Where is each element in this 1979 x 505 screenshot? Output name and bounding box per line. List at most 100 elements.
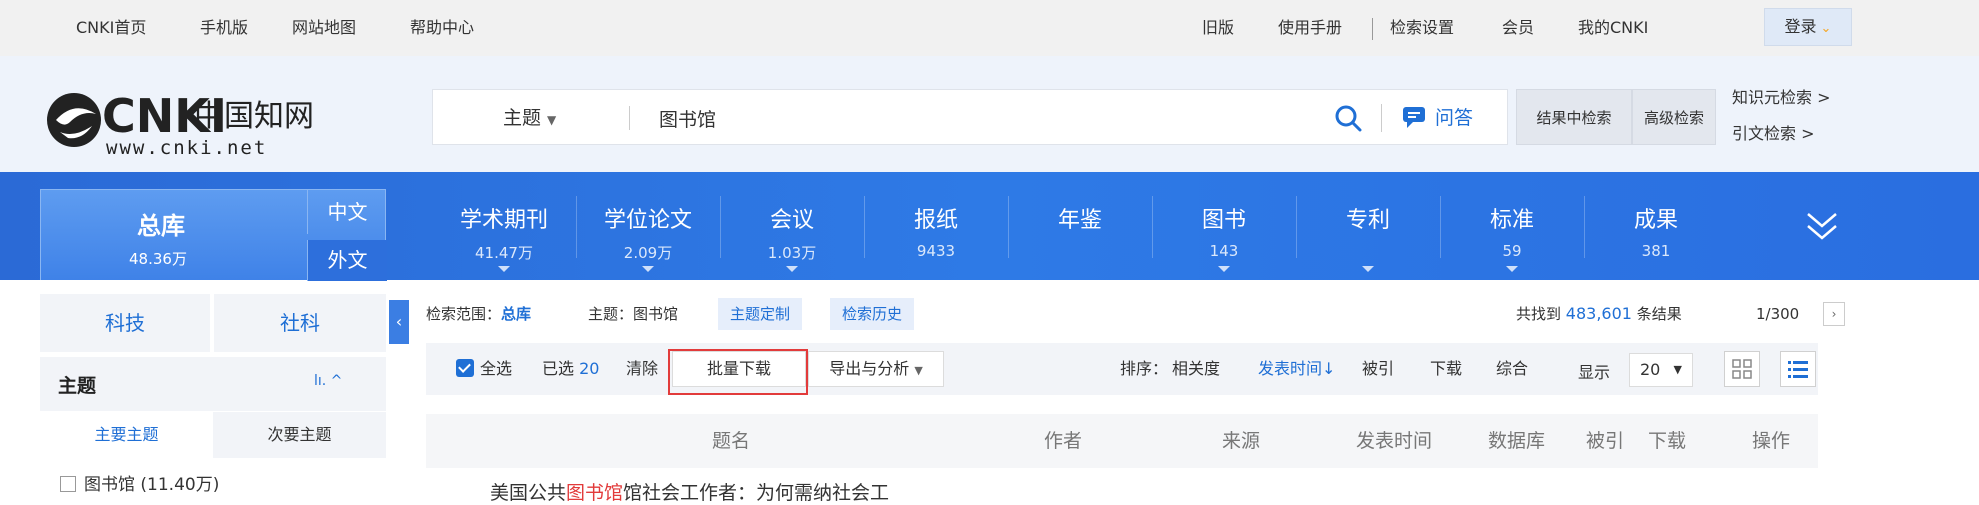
sort-prefix: 排序： (1120, 359, 1169, 378)
qa-button[interactable]: 问答 (1401, 90, 1473, 146)
nav-item-newspapers[interactable]: 报纸 9433 (864, 172, 1008, 280)
link-user-manual[interactable]: 使用手册 (1278, 0, 1342, 56)
page-size-select[interactable]: 20 ▼ (1629, 353, 1693, 387)
citation-search-link[interactable]: 引文检索 > (1732, 120, 1815, 144)
col-date[interactable]: 发表时间 (1356, 414, 1432, 468)
col-actions: 操作 (1752, 430, 1791, 452)
found-suffix: 条结果 (1636, 305, 1682, 323)
tab-social-science[interactable]: 社科 (214, 294, 386, 352)
chat-icon (1403, 107, 1425, 128)
chart-toggle-icon[interactable]: lı. ^ (314, 373, 342, 389)
grid-view-button[interactable] (1724, 351, 1760, 387)
top-bar: CNKI首页 手机版 网站地图 帮助中心 旧版 使用手册 检索设置 会员 我的C… (0, 0, 1979, 56)
collapse-panel-button[interactable]: ‹ (389, 300, 409, 344)
nav-count: 2.09万 (623, 244, 673, 262)
select-all-checkbox[interactable]: 全选 (456, 343, 512, 395)
facet-section-header[interactable]: 主题 lı. ^ (40, 357, 386, 411)
nav-label: 成果 (1633, 208, 1678, 233)
title-highlight: 图书馆 (566, 482, 624, 504)
next-page-button[interactable]: › (1823, 302, 1845, 326)
topic-custom-button[interactable]: 主题定制 (718, 298, 803, 330)
highlight-annotation (668, 349, 808, 395)
nav-label: 标准 (1489, 208, 1534, 233)
caret-down-icon (498, 266, 510, 272)
sort-download[interactable]: 下载 (1430, 343, 1462, 395)
nav-label: 学术期刊 (459, 208, 548, 233)
sort-cited[interactable]: 被引 (1362, 343, 1394, 395)
link-mobile[interactable]: 手机版 (200, 0, 248, 56)
login-button[interactable]: 登录 ⌄ (1764, 8, 1852, 46)
lang-chinese-tab[interactable]: 中文 (307, 190, 387, 234)
nav-label: 学位论文 (603, 208, 692, 233)
nav-item-books[interactable]: 图书 143 (1152, 172, 1296, 280)
checkbox[interactable] (60, 476, 76, 492)
search-history-button[interactable]: 检索历史 (830, 298, 915, 330)
lang-foreign-tab[interactable]: 外文 (307, 240, 387, 281)
page-size-value: 20 (1640, 360, 1661, 379)
facet-section-title: 主题 (58, 375, 97, 397)
caret-down-icon (642, 266, 654, 272)
nav-item-dissertations[interactable]: 学位论文 2.09万 (576, 172, 720, 280)
facet-label: 图书馆 (11.40万) (84, 475, 220, 495)
col-title: 题名 (712, 430, 751, 452)
search-scope: 检索范围：总库 (426, 298, 531, 330)
chevron-down-icon: ⌄ (1820, 21, 1832, 36)
cnki-logo[interactable]: CNKI 中国知网 www.cnki.net (44, 80, 314, 160)
login-label: 登录 (1784, 17, 1817, 36)
search-icon[interactable] (1333, 103, 1363, 133)
link-cnki-home[interactable]: CNKI首页 (76, 0, 146, 56)
col-downloads[interactable]: 下载 (1648, 414, 1686, 468)
col-database: 数据库 (1488, 430, 1546, 452)
page-info: 1/300 (1756, 305, 1800, 323)
caret-down-icon: ▼ (914, 364, 923, 377)
facet-item[interactable]: 图书馆 (11.40万) (60, 470, 219, 495)
link-sitemap[interactable]: 网站地图 (292, 0, 356, 56)
grid-icon (1732, 359, 1752, 379)
list-view-button[interactable] (1780, 351, 1816, 387)
result-count: 共找到 483,601 条结果 (1516, 298, 1682, 330)
col-cited[interactable]: 被引 (1586, 414, 1624, 468)
subtab-main-topic[interactable]: 主要主题 (40, 412, 213, 458)
sort-relevance[interactable]: 相关度 (1172, 343, 1220, 395)
total-database-tab[interactable]: 总库 48.36万 中文 外文 (40, 189, 387, 281)
link-search-settings[interactable]: 检索设置 (1390, 0, 1454, 56)
selected-number: 20 (579, 359, 600, 378)
caret-down-icon (1218, 266, 1230, 272)
tab-tech[interactable]: 科技 (40, 294, 210, 352)
nav-count: 9433 (916, 242, 956, 260)
nav-item-conferences[interactable]: 会议 1.03万 (720, 172, 864, 280)
knowledge-search-link[interactable]: 知识元检索 > (1732, 84, 1831, 108)
nav-item-patents[interactable]: 专利 (1296, 172, 1440, 280)
nav-item-standards[interactable]: 标准 59 (1440, 172, 1584, 280)
arrow-down-icon: ↓ (1322, 359, 1336, 378)
search-field-select[interactable]: 主题 ▼ (503, 90, 556, 146)
advanced-search-button[interactable]: 高级检索 (1632, 89, 1716, 145)
nav-label: 会议 (769, 208, 814, 233)
found-prefix: 共找到 (1516, 305, 1562, 323)
scope-value[interactable]: 总库 (501, 305, 531, 323)
nav-item-journals[interactable]: 学术期刊 41.47万 (432, 172, 576, 280)
link-membership[interactable]: 会员 (1502, 0, 1534, 56)
link-help-center[interactable]: 帮助中心 (410, 0, 474, 56)
export-analysis-button[interactable]: 导出与分析 ▼ (808, 351, 944, 387)
nav-label: 专利 (1345, 208, 1390, 233)
nav-count: 41.47万 (475, 244, 533, 262)
clear-selection-button[interactable]: 清除 (626, 343, 658, 395)
search-in-results-button[interactable]: 结果中检索 (1516, 89, 1632, 145)
total-label: 总库 (137, 212, 185, 240)
results-toolbar: 全选 已选 20 清除 批量下载 导出与分析 ▼ 排序： 相关度 发表时间↓ 被… (426, 343, 1818, 395)
search-input[interactable] (659, 98, 1219, 138)
nav-item-achievements[interactable]: 成果 381 (1584, 172, 1728, 280)
nav-item-yearbooks[interactable]: 年鉴 (1008, 172, 1152, 280)
expand-nav-icon[interactable] (1802, 208, 1842, 244)
link-my-cnki[interactable]: 我的CNKI (1578, 0, 1648, 56)
search-box: 主题 ▼ 问答 (432, 89, 1508, 145)
sort-publish-date[interactable]: 发表时间↓ (1258, 343, 1335, 395)
logo-url-text: www.cnki.net (106, 137, 267, 159)
sort-combined[interactable]: 综合 (1496, 343, 1528, 395)
caret-down-icon: ▼ (1673, 363, 1682, 376)
logo-cn-text: 中国知网 (194, 99, 314, 134)
sort-date-label: 发表时间 (1258, 359, 1323, 378)
link-old-version[interactable]: 旧版 (1202, 0, 1234, 56)
subtab-secondary-topic[interactable]: 次要主题 (213, 412, 386, 458)
